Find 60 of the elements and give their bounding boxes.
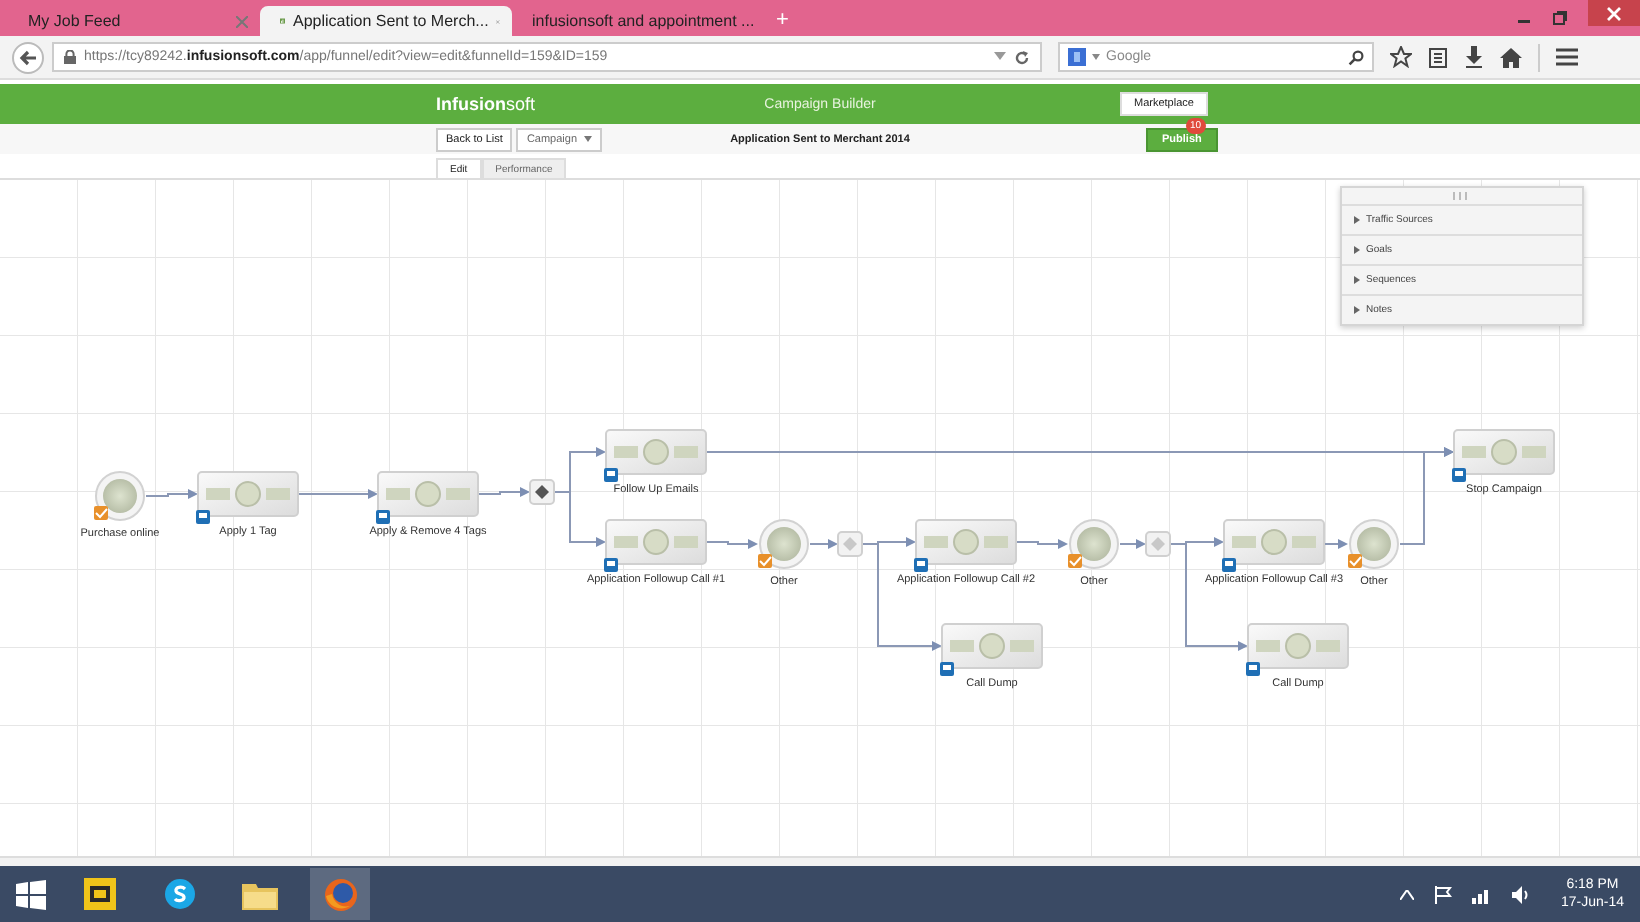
- infusionsoft-logo: Infusionsoft: [436, 94, 536, 114]
- caret-icon: [1354, 306, 1360, 314]
- menu-icon[interactable]: [1556, 48, 1578, 66]
- caret-icon: [1092, 54, 1100, 60]
- download-icon[interactable]: [1464, 46, 1484, 68]
- flag-icon: [914, 558, 928, 572]
- goal-node[interactable]: [1349, 519, 1399, 569]
- goal-node[interactable]: [1069, 519, 1119, 569]
- sequence-node[interactable]: [197, 471, 299, 517]
- speaker-icon[interactable]: [1512, 885, 1533, 903]
- firefox-icon[interactable]: [310, 868, 370, 920]
- restore-icon[interactable]: [1552, 10, 1568, 26]
- close-window-button[interactable]: [1588, 0, 1640, 26]
- flag-icon: [604, 558, 618, 572]
- sequence-node[interactable]: [1223, 519, 1325, 565]
- browser-tab[interactable]: Application Sent to Merch...: [260, 6, 512, 36]
- sequence-node[interactable]: [1247, 623, 1349, 669]
- flag-icon: [1222, 558, 1236, 572]
- junction-node[interactable]: [1145, 531, 1171, 557]
- junction-node[interactable]: [529, 479, 555, 505]
- sequence-node[interactable]: [1453, 429, 1555, 475]
- flag-icon: [1452, 468, 1466, 482]
- flag-icon[interactable]: [1434, 885, 1453, 903]
- caret-icon: [1354, 276, 1360, 284]
- sequence-node[interactable]: [605, 429, 707, 475]
- lock-icon: [64, 50, 76, 64]
- search-engine-icon[interactable]: [1068, 48, 1086, 66]
- browser-tab[interactable]: My Job Feed: [8, 6, 260, 36]
- flag-icon: [376, 510, 390, 524]
- checkmark-icon: [1068, 554, 1082, 568]
- flag-icon: [1246, 662, 1260, 676]
- windows-icon[interactable]: [16, 879, 46, 909]
- checkmark-icon: [1348, 554, 1362, 568]
- close-icon: [1606, 5, 1622, 21]
- checkmark-icon: [94, 506, 108, 520]
- sequence-node[interactable]: [915, 519, 1017, 565]
- flag-icon: [604, 468, 618, 482]
- clipboard-icon[interactable]: [1428, 46, 1448, 68]
- home-icon[interactable]: [1500, 47, 1522, 67]
- search-icon[interactable]: [1348, 49, 1364, 65]
- reload-icon[interactable]: [1014, 49, 1030, 65]
- goal-node[interactable]: [95, 471, 145, 521]
- back-icon[interactable]: [12, 41, 44, 73]
- sequence-node[interactable]: [605, 519, 707, 565]
- drag-handle[interactable]: [1342, 188, 1582, 206]
- dropdown-icon[interactable]: [994, 52, 1006, 62]
- caret-icon: [1354, 216, 1360, 224]
- bookmark-star-icon[interactable]: [1390, 46, 1412, 68]
- flag-icon: [196, 510, 210, 524]
- flag-icon: [940, 662, 954, 676]
- up-caret-icon[interactable]: [1400, 889, 1415, 899]
- caret-icon: [583, 136, 592, 142]
- browser-tab[interactable]: infusionsoft and appointment ...: [512, 6, 764, 36]
- sequence-node[interactable]: [941, 623, 1043, 669]
- caret-icon: [1354, 246, 1360, 254]
- sequence-node[interactable]: [377, 471, 479, 517]
- goal-node[interactable]: [759, 519, 809, 569]
- network-icon[interactable]: [1472, 885, 1493, 903]
- junction-node[interactable]: [837, 531, 863, 557]
- checkmark-icon: [758, 554, 772, 568]
